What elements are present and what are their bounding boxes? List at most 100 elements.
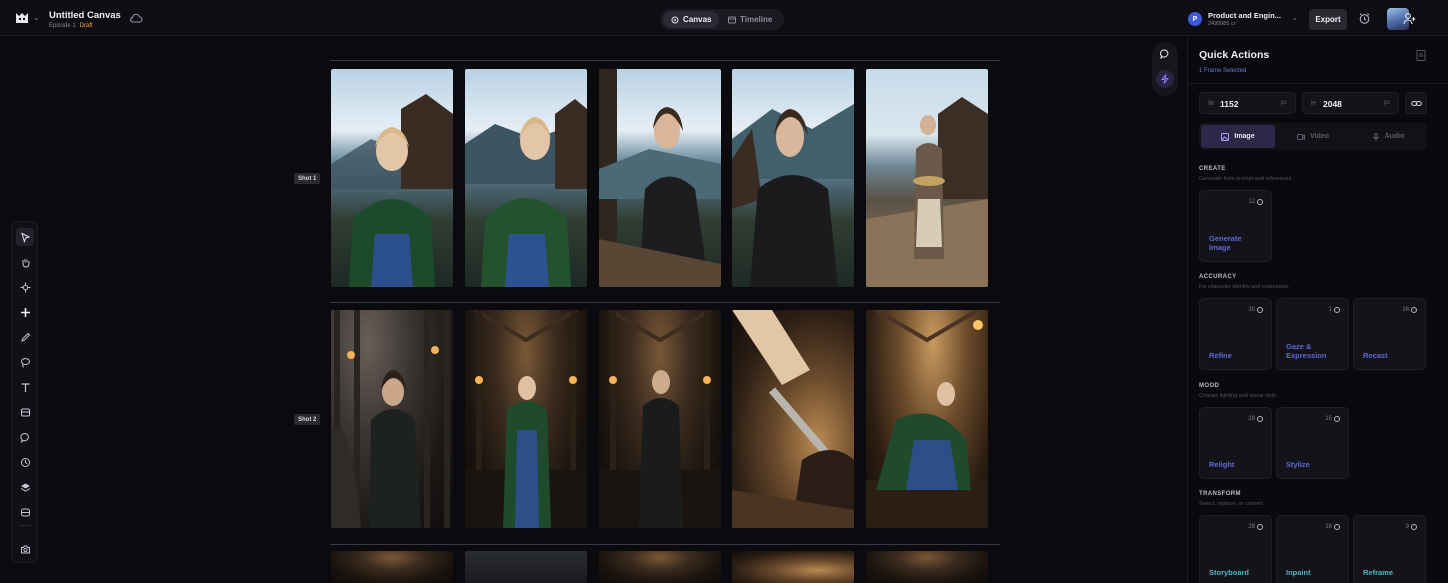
camera-icon xyxy=(20,545,30,553)
tab-canvas-label: Canvas xyxy=(683,15,712,24)
section-desc-accuracy: Fix character identity and expression xyxy=(1199,284,1289,290)
alarm-clock-icon[interactable] xyxy=(1358,12,1371,25)
link-icon xyxy=(1410,100,1422,106)
coin-icon xyxy=(1334,307,1340,313)
workspace-avatar: P xyxy=(1188,12,1202,26)
top-bar: ⌄ Untitled Canvas Episode 1 Draft Canvas … xyxy=(0,0,1448,36)
layers-tool[interactable] xyxy=(16,478,34,496)
credit-cost: 28 xyxy=(1248,416,1263,422)
frame-image[interactable] xyxy=(866,310,988,528)
width-value[interactable]: 1152 xyxy=(1220,99,1238,109)
capture-tool[interactable] xyxy=(16,540,34,558)
frame-image[interactable] xyxy=(331,310,453,528)
frame-image[interactable] xyxy=(465,310,587,528)
canvas-icon xyxy=(671,16,679,23)
text-tool[interactable] xyxy=(16,378,34,396)
text-icon xyxy=(21,382,29,392)
app-logo-icon[interactable] xyxy=(14,10,30,26)
coin-icon xyxy=(1334,524,1340,530)
cloud-sync-icon[interactable] xyxy=(129,12,143,24)
credit-cost-value: 28 xyxy=(1248,416,1255,422)
height-field[interactable]: H 2048 px xyxy=(1302,92,1399,114)
export-button[interactable]: Export xyxy=(1309,9,1347,30)
relight-button[interactable]: 28 Relight xyxy=(1199,407,1272,479)
frame-image[interactable] xyxy=(732,310,854,528)
tab-audio[interactable]: Audio xyxy=(1351,125,1425,148)
frame-image[interactable] xyxy=(465,69,587,287)
inpaint-button[interactable]: 16 Inpaint xyxy=(1276,515,1349,583)
pen-tool[interactable] xyxy=(16,328,34,346)
stylize-button[interactable]: 15 Stylize xyxy=(1276,407,1349,479)
user-add-icon[interactable] xyxy=(1403,12,1416,25)
height-value[interactable]: 2048 xyxy=(1323,99,1342,109)
tab-canvas[interactable]: Canvas xyxy=(663,11,720,28)
width-field[interactable]: W 1152 px xyxy=(1199,92,1296,114)
frame-image[interactable] xyxy=(331,551,453,583)
selection-count: 1 Frame Selected xyxy=(1199,68,1247,74)
frame-image[interactable] xyxy=(599,310,721,528)
speech-bubble-icon xyxy=(1160,49,1169,59)
comments-button[interactable] xyxy=(1156,45,1174,63)
frame-image[interactable] xyxy=(732,551,854,583)
frame-illustration xyxy=(465,99,587,287)
stack-tool[interactable] xyxy=(16,503,34,521)
select-tool[interactable] xyxy=(16,228,34,246)
credit-cost: 28 xyxy=(1248,524,1263,530)
lasso-tool[interactable] xyxy=(16,353,34,371)
lasso-icon xyxy=(20,357,30,367)
height-label: H xyxy=(1311,100,1316,107)
pen-icon xyxy=(20,332,30,342)
card-label: Recast xyxy=(1363,351,1388,360)
panel-switcher xyxy=(1152,42,1178,96)
tab-image[interactable]: Image xyxy=(1201,125,1275,148)
frame-image[interactable] xyxy=(866,551,988,583)
chevron-down-icon[interactable]: ⌄ xyxy=(33,13,40,22)
document-title-block[interactable]: Untitled Canvas Episode 1 Draft xyxy=(49,10,121,29)
card-label: Refine xyxy=(1209,351,1232,360)
credit-cost-value: 26 xyxy=(1402,307,1409,313)
shot-label[interactable]: Shot 2 xyxy=(294,414,321,425)
microphone-icon xyxy=(1372,132,1379,140)
cursor-icon xyxy=(20,232,30,243)
anchor-point-tool[interactable] xyxy=(16,278,34,296)
recast-button[interactable]: 26 Recast xyxy=(1353,298,1426,370)
frame-tool[interactable] xyxy=(16,403,34,421)
shot-label[interactable]: Shot 1 xyxy=(294,173,321,184)
frame-image[interactable] xyxy=(599,69,721,287)
gaze-expression-button[interactable]: 1 Gaze & Expression xyxy=(1276,298,1349,370)
comment-tool[interactable] xyxy=(16,428,34,446)
generate-image-button[interactable]: 12 Generate Image xyxy=(1199,190,1272,262)
tab-audio-label: Audio xyxy=(1384,133,1405,140)
frame-illustration xyxy=(331,94,453,287)
lock-aspect-button[interactable] xyxy=(1405,92,1427,114)
quick-actions-button[interactable] xyxy=(1156,70,1174,88)
hand-icon xyxy=(22,258,29,268)
history-tool[interactable] xyxy=(16,453,34,471)
storyboard-button[interactable]: 28 Storyboard xyxy=(1199,515,1272,583)
frame-image[interactable] xyxy=(732,69,854,287)
section-desc-mood: Change lighting and visual style xyxy=(1199,393,1277,399)
row-divider xyxy=(330,60,1000,61)
hand-tool[interactable] xyxy=(16,253,34,271)
document-title[interactable]: Untitled Canvas xyxy=(49,10,121,21)
credit-cost: 16 xyxy=(1325,524,1340,530)
frame-image[interactable] xyxy=(331,69,453,287)
frame-image[interactable] xyxy=(599,551,721,583)
reframe-button[interactable]: 9 Reframe xyxy=(1353,515,1426,583)
lightning-icon xyxy=(1160,74,1170,84)
frame-illustration xyxy=(465,310,587,528)
layers-icon xyxy=(20,483,30,492)
add-tool[interactable] xyxy=(16,303,34,321)
credit-cost-value: 15 xyxy=(1325,416,1332,422)
frame-image[interactable] xyxy=(465,551,587,583)
frame-illustration xyxy=(331,310,450,528)
card-label: Gaze & Expression xyxy=(1286,342,1327,360)
refine-button[interactable]: 30 Refine xyxy=(1199,298,1272,370)
tab-video-label: Video xyxy=(1310,133,1329,140)
workspace-switcher[interactable]: P Product and Engin... 2499985 cr ⌄ xyxy=(1188,9,1298,29)
coin-icon xyxy=(1257,524,1263,530)
tab-timeline[interactable]: Timeline xyxy=(720,11,780,28)
tab-video[interactable]: Video xyxy=(1276,125,1350,148)
frame-image[interactable] xyxy=(866,69,988,287)
document-icon[interactable] xyxy=(1416,50,1426,61)
